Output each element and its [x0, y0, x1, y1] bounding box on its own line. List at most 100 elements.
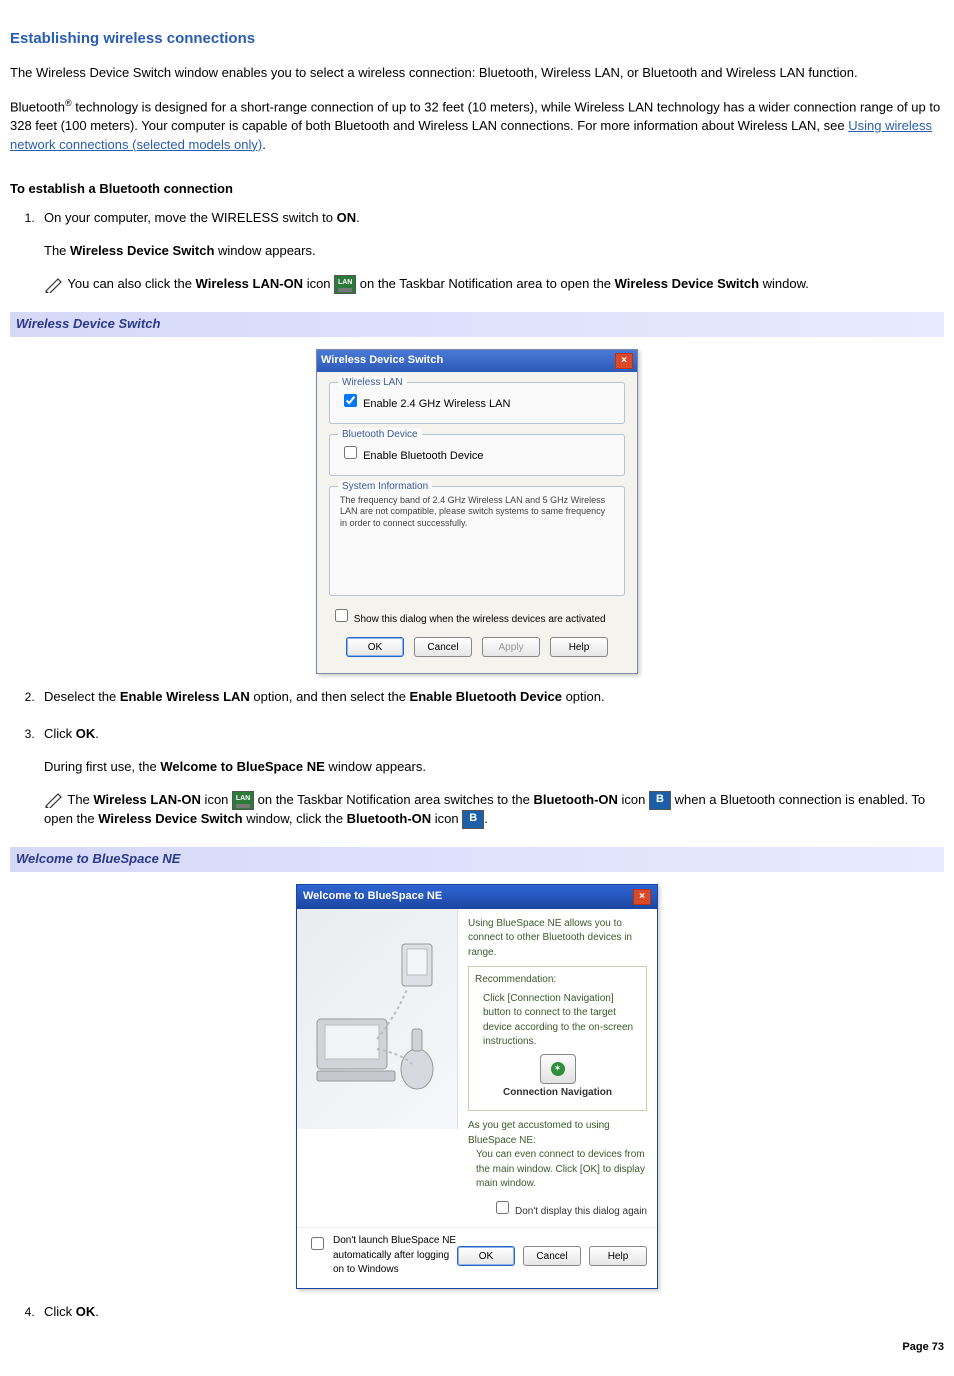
- group-label: Bluetooth Device: [338, 428, 422, 443]
- recommendation-text: Click [Connection Navigation] button to …: [475, 988, 640, 1050]
- text: window, click the: [243, 811, 347, 826]
- bluetooth-on-icon: [649, 791, 671, 810]
- checkbox-label: Show this dialog when the wireless devic…: [354, 614, 606, 625]
- note-block: You can also click the Wireless LAN-ON i…: [44, 275, 944, 294]
- sub-heading: To establish a Bluetooth connection: [10, 180, 944, 199]
- text-bold: OK: [76, 1304, 96, 1319]
- text-bold: Wireless Device Switch: [615, 276, 759, 291]
- checkbox-label: Enable 2.4 GHz Wireless LAN: [363, 398, 510, 410]
- text: option, and then select the: [250, 689, 410, 704]
- connection-navigation-button[interactable]: ✶: [540, 1054, 576, 1084]
- text: .: [356, 210, 360, 225]
- window-title-text: Wireless Device Switch: [321, 353, 443, 369]
- accustom-text-1: As you get accustomed to using BlueSpace…: [468, 1119, 647, 1148]
- dont-launch-label: Don't launch BlueSpace NE automatically …: [333, 1234, 457, 1278]
- checkbox-label: Don't display this dialog again: [515, 1206, 647, 1217]
- window-titlebar: Wireless Device Switch ×: [317, 350, 637, 372]
- step-3: Click OK. During first use, the Welcome …: [38, 725, 944, 829]
- text: window appears.: [325, 759, 426, 774]
- text: window.: [759, 276, 809, 291]
- close-icon[interactable]: ×: [633, 889, 651, 905]
- wireless-device-switch-window: Wireless Device Switch × Wireless LAN En…: [316, 349, 638, 674]
- figure-caption-bluespace: Welcome to BlueSpace NE: [10, 847, 944, 872]
- intro-paragraph-2: Bluetooth® technology is designed for a …: [10, 97, 944, 155]
- ok-button[interactable]: OK: [457, 1246, 515, 1266]
- enable-bluetooth-option[interactable]: Enable Bluetooth Device: [340, 450, 484, 462]
- text: The: [44, 243, 70, 258]
- text-bold: Enable Bluetooth Device: [410, 689, 562, 704]
- text: You can also click the: [67, 276, 195, 291]
- text-bold: Bluetooth-ON: [347, 811, 431, 826]
- ok-button[interactable]: OK: [346, 637, 404, 657]
- step-1: On your computer, move the WIRELESS swit…: [38, 209, 944, 294]
- help-button[interactable]: Help: [589, 1246, 647, 1266]
- note-icon: [44, 277, 64, 293]
- accustom-text-2: You can even connect to devices from the…: [468, 1148, 647, 1192]
- connection-navigation-label: Connection Navigation: [475, 1086, 640, 1101]
- system-information-group: System Information The frequency band of…: [329, 486, 625, 596]
- text: The: [67, 792, 93, 807]
- bluetooth-on-icon: [462, 810, 484, 829]
- text: Click: [44, 1304, 76, 1319]
- enable-bluetooth-checkbox[interactable]: [344, 446, 357, 459]
- bluespace-window: Welcome to BlueSpace NE × Using BlueSpac…: [296, 884, 658, 1289]
- text: icon: [303, 276, 334, 291]
- text-bold: Welcome to BlueSpace NE: [160, 759, 324, 774]
- figure-caption-wds: Wireless Device Switch: [10, 312, 944, 337]
- page-title: Establishing wireless connections: [10, 28, 944, 50]
- group-label: System Information: [338, 480, 432, 495]
- dont-display-option[interactable]: Don't display this dialog again: [492, 1206, 647, 1217]
- dont-display-checkbox[interactable]: [496, 1201, 509, 1214]
- note-block: The Wireless LAN-ON icon on the Taskbar …: [44, 791, 944, 829]
- connection-navigation-icon: ✶: [551, 1062, 565, 1076]
- cancel-button[interactable]: Cancel: [414, 637, 472, 657]
- enable-wlan-option[interactable]: Enable 2.4 GHz Wireless LAN: [340, 398, 510, 410]
- text: window appears.: [214, 243, 315, 258]
- text: On your computer, move the WIRELESS swit…: [44, 210, 337, 225]
- text-bold: Wireless LAN-ON: [93, 792, 201, 807]
- help-button[interactable]: Help: [550, 637, 608, 657]
- text: on the Taskbar Notification area switche…: [254, 792, 533, 807]
- system-info-text: The frequency band of 2.4 GHz Wireless L…: [340, 495, 614, 585]
- text-bold: Wireless LAN-ON: [196, 276, 304, 291]
- bluespace-illustration: [297, 909, 458, 1129]
- text-bold: Bluetooth-ON: [533, 792, 617, 807]
- window-titlebar: Welcome to BlueSpace NE ×: [297, 885, 657, 909]
- window-title-text: Welcome to BlueSpace NE: [303, 889, 442, 905]
- intro-paragraph-1: The Wireless Device Switch window enable…: [10, 64, 944, 83]
- registered-symbol: ®: [65, 98, 72, 108]
- wireless-lan-group: Wireless LAN Enable 2.4 GHz Wireless LAN: [329, 382, 625, 424]
- text-bold: Wireless Device Switch: [98, 811, 242, 826]
- checkbox-label: Enable Bluetooth Device: [363, 450, 483, 462]
- dont-launch-checkbox[interactable]: [311, 1237, 324, 1250]
- enable-wlan-checkbox[interactable]: [344, 394, 357, 407]
- text-bold: OK: [76, 726, 96, 741]
- show-dialog-checkbox[interactable]: [335, 609, 348, 622]
- text-bold: Enable Wireless LAN: [120, 689, 250, 704]
- step-4: Click OK.: [38, 1303, 944, 1322]
- page-number: Page 73: [10, 1340, 944, 1356]
- text: Click: [44, 726, 76, 741]
- wireless-lan-on-icon: [232, 791, 254, 810]
- text: .: [484, 811, 488, 826]
- text: icon: [618, 792, 649, 807]
- text: .: [95, 726, 99, 741]
- step-2: Deselect the Enable Wireless LAN option,…: [38, 688, 944, 707]
- recommendation-box: Recommendation: Click [Connection Naviga…: [468, 966, 647, 1111]
- text: technology is designed for a short-range…: [10, 99, 940, 133]
- note-icon: [44, 792, 64, 808]
- text: Bluetooth: [10, 99, 65, 114]
- bluetooth-device-group: Bluetooth Device Enable Bluetooth Device: [329, 434, 625, 476]
- wireless-lan-on-icon: [334, 275, 356, 294]
- text: icon: [431, 811, 462, 826]
- bluespace-description: Using BlueSpace NE allows you to connect…: [468, 917, 647, 961]
- close-icon[interactable]: ×: [615, 353, 633, 369]
- text: .: [262, 137, 266, 152]
- cancel-button[interactable]: Cancel: [523, 1246, 581, 1266]
- text: option.: [562, 689, 605, 704]
- apply-button[interactable]: Apply: [482, 637, 540, 657]
- text: During first use, the: [44, 759, 160, 774]
- text: .: [95, 1304, 99, 1319]
- show-dialog-option[interactable]: Show this dialog when the wireless devic…: [331, 614, 606, 625]
- text-bold: ON: [337, 210, 357, 225]
